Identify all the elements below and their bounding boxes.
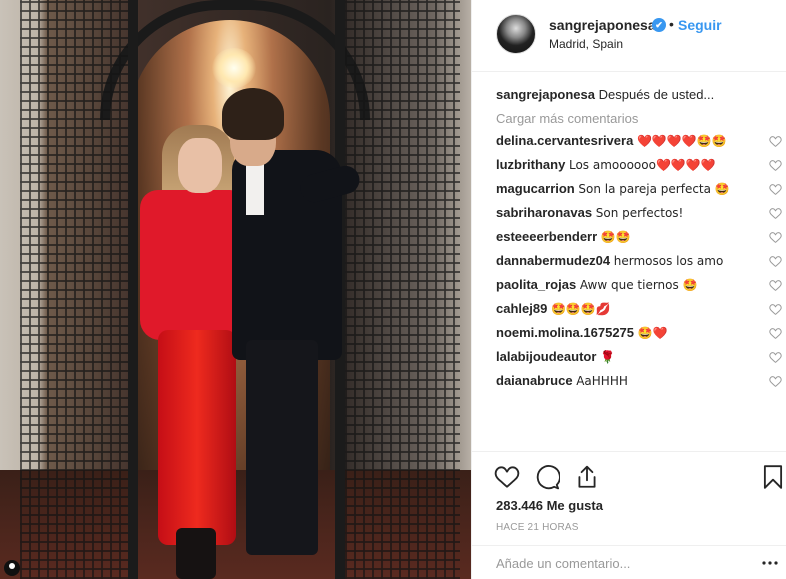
comment-text: 🤩🤩 [600,230,631,244]
caption-text: Después de usted... [598,87,715,102]
comment-text: Aww que tiernos 🤩 [579,278,698,292]
iron-bar [128,0,138,579]
woman-pants [158,330,236,545]
comment-username[interactable]: noemi.molina.1675275 [496,325,634,340]
comment-username[interactable]: luzbrithany [496,157,565,172]
caption: sangrejaponesa Después de usted... [496,86,776,104]
left-grille [20,0,130,579]
comment-username[interactable]: lalabijoudeautor [496,349,596,364]
comment-like-heart-icon[interactable] [769,207,782,220]
comment-icon[interactable] [534,464,560,490]
comment-like-heart-icon[interactable] [769,303,782,316]
comment-like-heart-icon[interactable] [769,327,782,340]
follow-button[interactable]: Seguir [678,17,722,33]
comment-text: 🌹 [600,350,615,364]
woman-jacket [140,190,240,340]
comment-text: 🤩❤️ [637,326,668,340]
post-side-panel: sangrejaponesa ✔ • Seguir Madrid, Spain … [471,0,786,579]
comment-like-heart-icon[interactable] [769,351,782,364]
comments-list: sangrejaponesa Después de usted... Carga… [496,86,782,390]
avatar[interactable] [496,14,536,54]
share-icon[interactable] [574,464,600,490]
comment-text: Los amoooooo❤️❤️❤️❤️ [568,158,716,172]
comment-text: ❤️❤️❤️❤️🤩🤩 [636,134,727,148]
comment-username[interactable]: daianabruce [496,373,573,388]
header-username[interactable]: sangrejaponesa [549,17,656,33]
woman-face [178,138,222,193]
comment-username[interactable]: delina.cervantesrivera [496,133,633,148]
verified-badge-icon: ✔ [652,18,666,32]
man-hair [222,88,284,140]
comment-row: paolita_rojas Aww que tiernos 🤩 [496,276,782,294]
comment-row: sabriharonavas Son perfectos! [496,204,782,222]
post-header: sangrejaponesa ✔ • Seguir Madrid, Spain [472,0,786,72]
comment-input[interactable] [496,556,726,571]
comment-row: delina.cervantesrivera ❤️❤️❤️❤️🤩🤩 [496,132,782,150]
action-bar: 283.446 Me gusta HACE 21 HORAS [472,451,786,533]
comment-text: Son perfectos! [595,206,684,220]
comment-text: 🤩🤩🤩💋 [550,302,611,316]
comment-text: hermosos los amo [613,254,724,268]
user-tag-icon[interactable] [4,560,20,576]
comment-like-heart-icon[interactable] [769,183,782,196]
caption-username[interactable]: sangrejaponesa [496,87,595,102]
comment-row: noemi.molina.1675275 🤩❤️ [496,324,782,342]
comment-username[interactable]: sabriharonavas [496,205,592,220]
comment-row: dannabermudez04 hermosos los amo [496,252,782,270]
comment-like-heart-icon[interactable] [769,255,782,268]
comment-username[interactable]: cahlej89 [496,301,547,316]
comment-like-heart-icon[interactable] [769,279,782,292]
load-more-comments-button[interactable]: Cargar más comentarios [496,111,776,126]
man-legs [246,340,318,555]
heart-icon[interactable] [494,464,520,490]
more-icon[interactable] [762,560,778,566]
post-timestamp[interactable]: HACE 21 HORAS [496,522,579,533]
comment-text: AaHHHH [576,374,628,388]
comment-like-heart-icon[interactable] [769,159,782,172]
comment-text: Son la pareja perfecta 🤩 [578,182,730,196]
likes-count[interactable]: 283.446 Me gusta [496,498,603,513]
comment-username[interactable]: paolita_rojas [496,277,576,292]
post-photo[interactable] [0,0,471,579]
comment-username[interactable]: magucarrion [496,181,575,196]
comment-row: daianabruce AaHHHH [496,372,782,390]
comment-row: cahlej89 🤩🤩🤩💋 [496,300,782,318]
woman-boot [176,528,216,579]
comment-like-heart-icon[interactable] [769,135,782,148]
comment-like-heart-icon[interactable] [769,231,782,244]
bookmark-icon[interactable] [760,464,786,490]
comment-row: esteeeerbenderr 🤩🤩 [496,228,782,246]
location-link[interactable]: Madrid, Spain [549,37,623,51]
comment-row: lalabijoudeautor 🌹 [496,348,782,366]
separator-dot: • [669,16,674,32]
add-comment-bar [472,545,786,579]
comment-like-heart-icon[interactable] [769,375,782,388]
comment-row: luzbrithany Los amoooooo❤️❤️❤️❤️ [496,156,782,174]
comment-row: magucarrion Son la pareja perfecta 🤩 [496,180,782,198]
comment-username[interactable]: dannabermudez04 [496,253,610,268]
comment-username[interactable]: esteeeerbenderr [496,229,597,244]
right-grille [345,0,460,579]
